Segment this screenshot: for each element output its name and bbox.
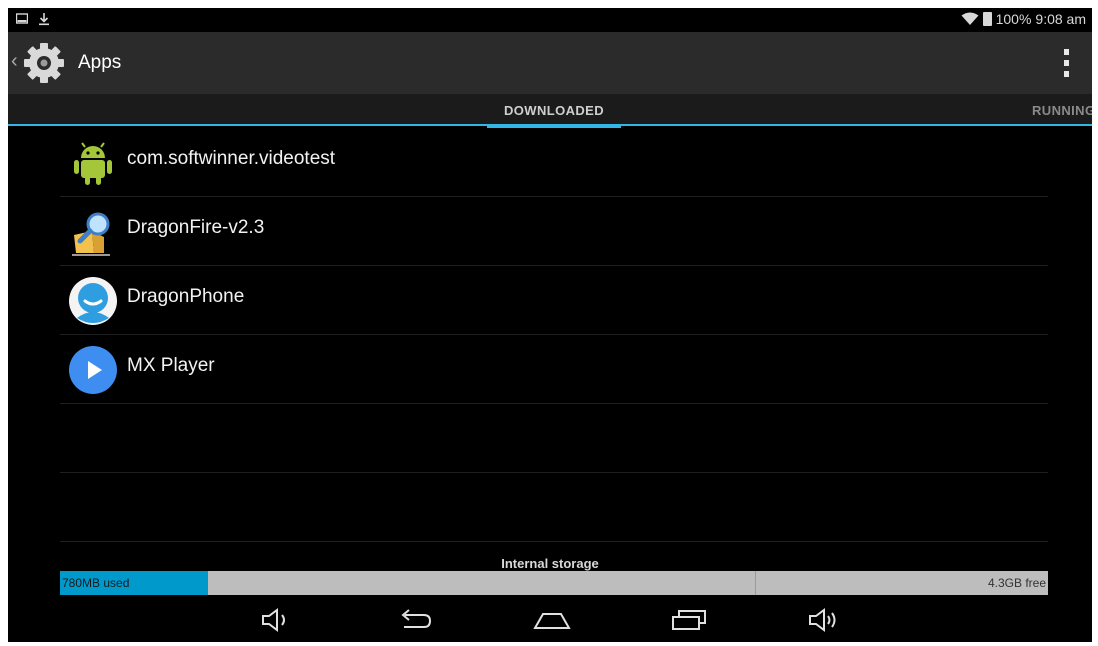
android-icon [74, 142, 112, 185]
navigation-bar [8, 598, 1092, 642]
app-name: DragonPhone [127, 286, 245, 307]
battery-icon [982, 12, 992, 26]
list-item[interactable]: com.softwinner.videotest [60, 128, 1048, 197]
home-icon[interactable] [532, 604, 572, 636]
empty-row [60, 473, 1048, 542]
volume-up-icon[interactable] [804, 604, 844, 636]
clock: 9:08 am [1035, 11, 1086, 27]
app-name: DragonFire-v2.3 [127, 217, 265, 238]
app-name: com.softwinner.videotest [127, 148, 336, 169]
storage-divider [755, 571, 756, 595]
storage-bar: 780MB used 4.3GB free [60, 571, 1048, 595]
gear-icon[interactable] [22, 41, 66, 85]
list-item[interactable]: MX Player [60, 335, 1048, 404]
tab-running[interactable]: RUNNING [1032, 103, 1092, 118]
status-bar: 100% 9:08 am [8, 8, 1092, 32]
recents-icon[interactable] [669, 604, 709, 636]
empty-row [60, 404, 1048, 473]
download-icon [39, 13, 49, 26]
app-list: com.softwinner.videotest DragonFire-v2.3… [60, 128, 1048, 542]
wifi-icon [961, 12, 979, 25]
device-screen: 100% 9:08 am ‹ Apps DOWNLOADED RUNNING c… [8, 8, 1092, 642]
tab-downloaded[interactable]: DOWNLOADED [487, 103, 621, 128]
back-icon[interactable] [395, 604, 435, 636]
screen-icon [16, 13, 28, 24]
list-item[interactable]: DragonFire-v2.3 [60, 197, 1048, 266]
page-title: Apps [78, 52, 122, 73]
tab-strip: DOWNLOADED RUNNING [8, 94, 1092, 128]
storage-free-text: 4.3GB free [987, 576, 1046, 590]
action-bar: ‹ Apps [8, 32, 1092, 94]
volume-down-icon[interactable] [255, 604, 295, 636]
app-name: MX Player [127, 355, 215, 376]
mxplayer-icon [69, 346, 117, 394]
storage-used-text: 780MB used [62, 576, 130, 590]
storage-label: Internal storage [501, 556, 599, 571]
dragonphone-icon [69, 277, 117, 325]
dragonfire-icon [72, 212, 110, 256]
list-item[interactable]: DragonPhone [60, 266, 1048, 335]
overflow-menu-icon[interactable] [1062, 49, 1070, 77]
battery-percent: 100% [995, 11, 1032, 27]
up-caret-icon[interactable]: ‹ [11, 50, 18, 73]
